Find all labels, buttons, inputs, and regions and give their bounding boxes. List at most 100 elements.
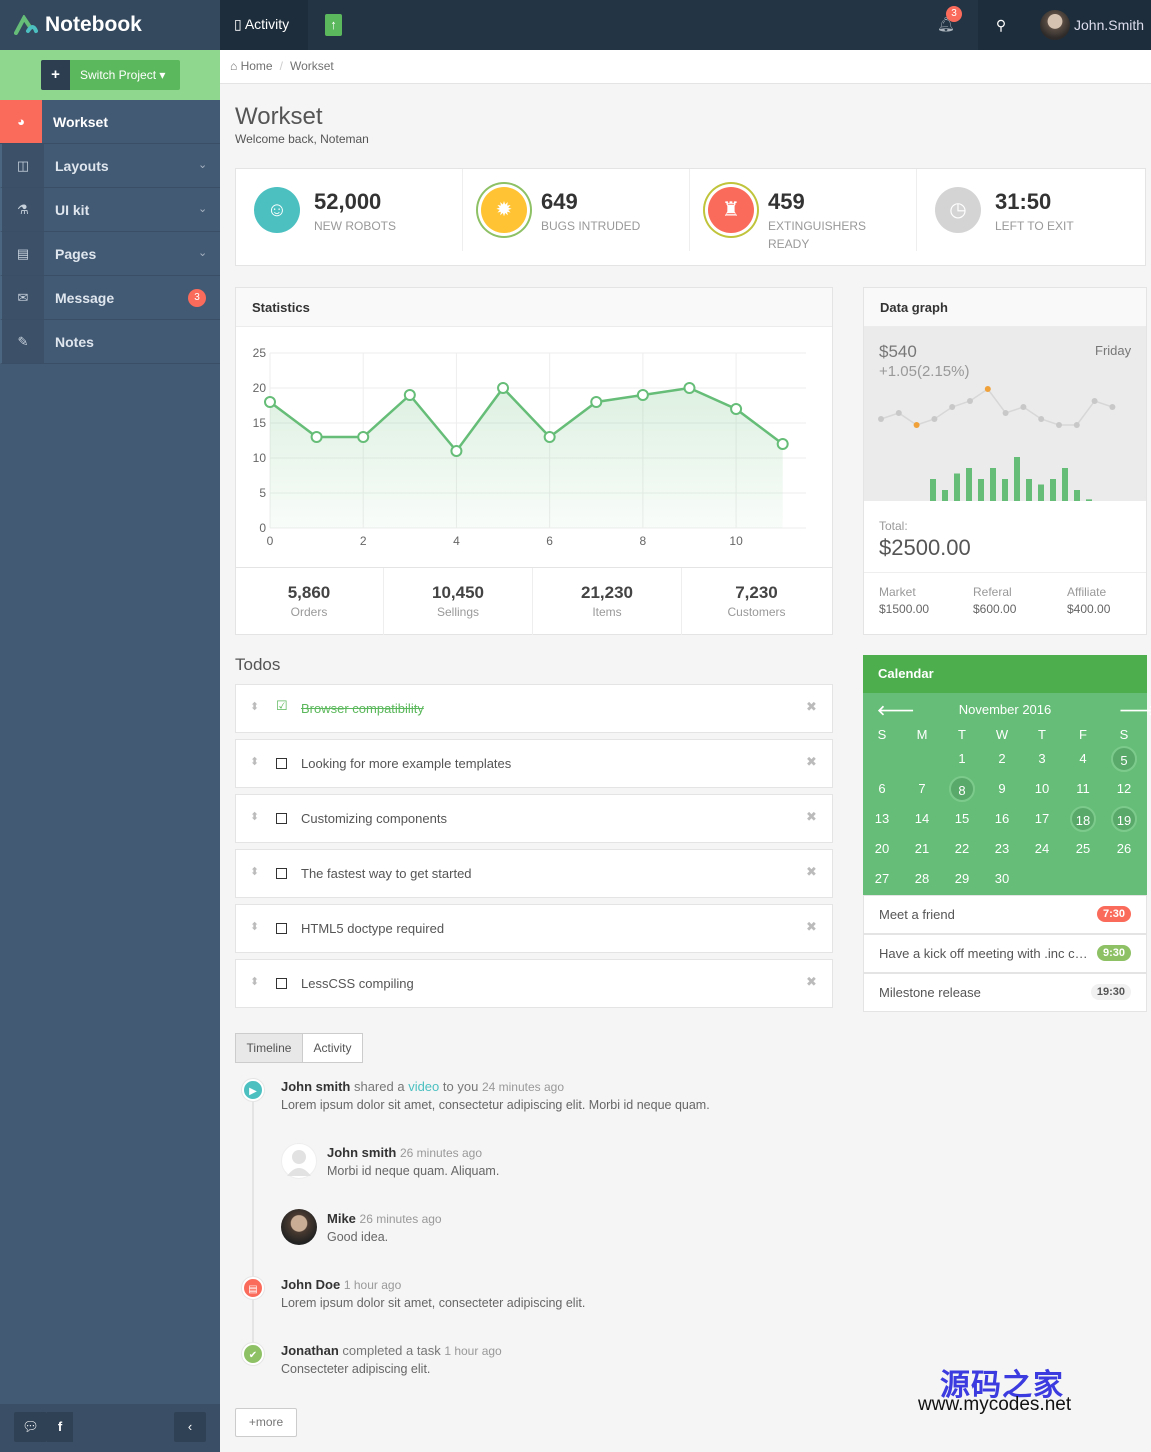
drag-handle-icon[interactable]: ⬍ [250, 755, 259, 768]
calendar-day[interactable]: 10 [1029, 776, 1055, 802]
sidebar-item-pages[interactable]: ▤ Pages ⌄ [0, 232, 220, 276]
tab-activity[interactable]: Activity [303, 1033, 363, 1063]
calendar-day[interactable]: 11 [1070, 776, 1096, 802]
sidebar-item-label: Message [55, 290, 115, 306]
entry-author[interactable]: John smith [281, 1079, 350, 1094]
entry-author[interactable]: John smith [327, 1145, 396, 1160]
activity-nav-button[interactable]: ▯ Activity [220, 0, 308, 50]
calendar-day[interactable]: 30 [989, 866, 1015, 892]
facebook-icon[interactable]: f [47, 1412, 73, 1442]
calendar-day[interactable]: 14 [909, 806, 935, 832]
close-icon[interactable]: ✖ [806, 754, 817, 770]
entry-author[interactable]: Mike [327, 1211, 356, 1226]
data-point [357, 431, 370, 443]
calendar-day[interactable]: 25 [1070, 836, 1096, 862]
checkbox[interactable] [276, 758, 287, 769]
calendar-day[interactable]: 15 [949, 806, 975, 832]
drag-handle-icon[interactable]: ⬍ [250, 810, 259, 823]
x-tick-label: 4 [453, 534, 460, 548]
sidebar-item-message[interactable]: ✉ Message 3 [0, 276, 220, 320]
tab-timeline[interactable]: Timeline [235, 1033, 303, 1063]
upload-button[interactable]: ↑ [325, 14, 342, 36]
calendar-day[interactable]: 26 [1111, 836, 1137, 862]
entry-time: 26 minutes ago [359, 1212, 442, 1226]
drag-handle-icon[interactable]: ⬍ [250, 920, 259, 933]
sidebar-item-ui-kit[interactable]: ⚗ UI kit ⌄ [0, 188, 220, 232]
total-label: Total: [879, 519, 908, 533]
calendar-day[interactable]: 28 [909, 866, 935, 892]
timeline-entry-header: Mike 26 minutes ago [327, 1211, 442, 1226]
calendar-day[interactable]: 5 [1111, 746, 1137, 772]
calendar-day[interactable]: 16 [989, 806, 1015, 832]
chat-icon[interactable]: 💬︎ [14, 1412, 47, 1442]
calendar-event[interactable]: Milestone release 19:30 [863, 973, 1147, 1012]
plus-icon[interactable]: + [41, 60, 70, 90]
calendar-day[interactable]: 29 [949, 866, 975, 892]
stat-label: EXTINGUISHERS READY [768, 219, 867, 251]
checkbox[interactable] [276, 923, 287, 934]
y-tick-label: 10 [253, 451, 267, 465]
arrow-right-icon[interactable]: 🡒 [1119, 702, 1151, 719]
calendar-event[interactable]: Meet a friend 7:30 [863, 895, 1147, 934]
todo-item[interactable]: ⬍ Looking for more example templates ✖ [235, 739, 833, 788]
todo-item[interactable]: ⬍ Customizing components ✖ [235, 794, 833, 843]
sidebar-item-notes[interactable]: ✎ Notes [0, 320, 220, 364]
checkbox[interactable] [276, 868, 287, 879]
sparkline-point [913, 422, 920, 428]
checkbox[interactable] [276, 978, 287, 989]
user-avatar[interactable] [1040, 10, 1070, 40]
calendar-day[interactable]: 6 [869, 776, 895, 802]
checkbox-checked[interactable]: ☑ [276, 698, 288, 713]
todo-item[interactable]: ⬍ ☑ Browser compatibility ✖ [235, 684, 833, 733]
more-button[interactable]: +more [235, 1408, 297, 1437]
entry-link[interactable]: video [408, 1079, 439, 1094]
breadcrumb-home[interactable]: Home [241, 59, 273, 73]
close-icon[interactable]: ✖ [806, 864, 817, 880]
calendar-day[interactable]: 19 [1111, 806, 1137, 832]
entry-body: Lorem ipsum dolor sit amet, consecteter … [281, 1296, 586, 1310]
entry-author[interactable]: John Doe [281, 1277, 340, 1292]
calendar-day[interactable]: 4 [1070, 746, 1096, 772]
brand-name[interactable]: Notebook [45, 13, 142, 37]
drag-handle-icon[interactable]: ⬍ [250, 700, 259, 713]
calendar-day[interactable]: 22 [949, 836, 975, 862]
drag-handle-icon[interactable]: ⬍ [250, 865, 259, 878]
close-icon[interactable]: ✖ [806, 699, 817, 715]
calendar-day[interactable]: 2 [989, 746, 1015, 772]
calendar-day[interactable]: 20 [869, 836, 895, 862]
search-button[interactable]: ⚲ [978, 0, 1024, 50]
calendar-day[interactable]: 3 [1029, 746, 1055, 772]
weekday-label: F [1079, 727, 1087, 742]
calendar-event[interactable]: Have a kick off meeting with .inc compan… [863, 934, 1147, 973]
timeline-entry-header: John smith shared a video to you 24 minu… [281, 1079, 564, 1094]
todos-title: Todos [235, 655, 281, 674]
calendar-day[interactable]: 27 [869, 866, 895, 892]
calendar-day[interactable]: 21 [909, 836, 935, 862]
todo-item[interactable]: ⬍ HTML5 doctype required ✖ [235, 904, 833, 953]
calendar-day[interactable]: 18 [1070, 806, 1096, 832]
calendar-day[interactable]: 17 [1029, 806, 1055, 832]
drag-handle-icon[interactable]: ⬍ [250, 975, 259, 988]
close-icon[interactable]: ✖ [806, 919, 817, 935]
calendar-day[interactable]: 23 [989, 836, 1015, 862]
sidebar-item-workset[interactable]: ◕ Workset [0, 100, 220, 144]
calendar-day[interactable]: 7 [909, 776, 935, 802]
entry-author[interactable]: Jonathan [281, 1343, 339, 1358]
close-icon[interactable]: ✖ [806, 974, 817, 990]
username[interactable]: John.Smith [1074, 17, 1144, 33]
calendar-day[interactable]: 13 [869, 806, 895, 832]
todo-item[interactable]: ⬍ LessCSS compiling ✖ [235, 959, 833, 1008]
checkbox[interactable] [276, 813, 287, 824]
switch-project-label[interactable]: Switch Project ▾ [80, 68, 165, 82]
calendar-day[interactable]: 9 [989, 776, 1015, 802]
close-icon[interactable]: ✖ [806, 809, 817, 825]
data-point [730, 403, 743, 415]
collapse-sidebar-button[interactable]: ‹ [174, 1412, 206, 1442]
calendar-day[interactable]: 24 [1029, 836, 1055, 862]
notification-badge: 3 [946, 6, 962, 22]
sidebar-item-layouts[interactable]: ◫ Layouts ⌄ [0, 144, 220, 188]
calendar-day[interactable]: 8 [949, 776, 975, 802]
todo-item[interactable]: ⬍ The fastest way to get started ✖ [235, 849, 833, 898]
calendar-day[interactable]: 1 [949, 746, 975, 772]
calendar-day[interactable]: 12 [1111, 776, 1137, 802]
